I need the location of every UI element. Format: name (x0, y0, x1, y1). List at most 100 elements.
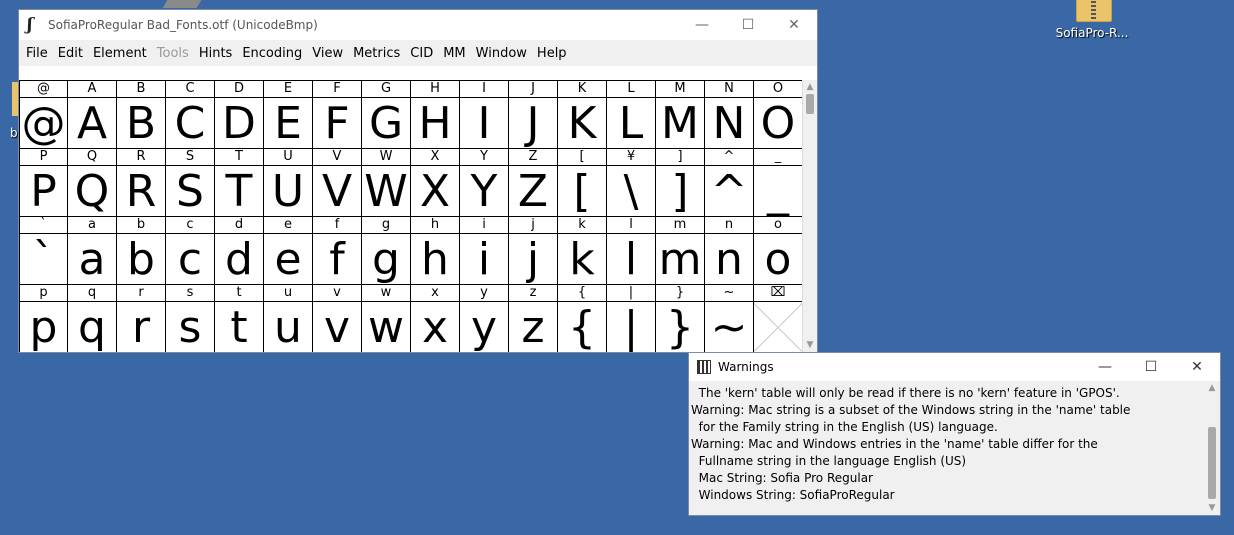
glyph-cell[interactable]: ~ ~ (705, 285, 754, 352)
menu-metrics[interactable]: Metrics (348, 46, 405, 61)
glyph-cell[interactable]: TT (215, 149, 264, 217)
warnings-minimize-button[interactable]: — (1082, 353, 1128, 381)
glyph-cell[interactable]: SS (166, 149, 215, 217)
desktop-icon-zip[interactable]: SofiaPro-R... (1052, 0, 1132, 44)
menu-mm[interactable]: MM (438, 46, 470, 61)
glyph-cell[interactable]: CC (166, 81, 215, 149)
glyph-cell[interactable]: tt (215, 285, 264, 352)
warnings-maximize-button[interactable]: ☐ (1128, 353, 1174, 381)
menu-encoding[interactable]: Encoding (237, 46, 307, 61)
glyph-cell[interactable]: JJ (509, 81, 558, 149)
glyph-cell[interactable]: VV (313, 149, 362, 217)
glyph-cell[interactable]: RR (117, 149, 166, 217)
glyph-cell[interactable]: ee (264, 217, 313, 285)
menu-hints[interactable]: Hints (194, 46, 238, 61)
warnings-scrollbar[interactable]: ▲ ▼ (1204, 381, 1220, 515)
glyph-preview: e (274, 234, 302, 285)
glyph-cell[interactable]: YY (460, 149, 509, 217)
glyph-cell[interactable]: OO (754, 81, 803, 149)
glyph-cell-label: m (656, 217, 704, 234)
glyph-preview: F (324, 98, 350, 149)
glyph-cell[interactable]: oo (754, 217, 803, 285)
glyph-cell-label: z (509, 285, 557, 302)
glyph-cell[interactable]: AA (68, 81, 117, 149)
glyph-cell[interactable]: ZZ (509, 149, 558, 217)
glyph-cell[interactable]: mm (656, 217, 705, 285)
glyph-cell[interactable]: nn (705, 217, 754, 285)
menu-file[interactable]: File (21, 46, 53, 61)
menu-help[interactable]: Help (532, 46, 572, 61)
glyph-cell[interactable]: @ @ (19, 81, 68, 149)
menu-view[interactable]: View (307, 46, 348, 61)
glyph-preview: { (568, 302, 596, 352)
glyph-cell[interactable]: LL (607, 81, 656, 149)
glyph-cell[interactable]: NN (705, 81, 754, 149)
title-bar[interactable]: ʃ SofiaProRegular Bad_Fonts.otf (Unicode… (19, 10, 817, 40)
glyph-cell[interactable]: ]] (656, 149, 705, 217)
warnings-title-bar[interactable]: Warnings — ☐ ✕ (689, 353, 1220, 381)
glyph-cell[interactable]: KK (558, 81, 607, 149)
glyph-cell[interactable]: DD (215, 81, 264, 149)
warnings-close-button[interactable]: ✕ (1174, 353, 1220, 381)
glyph-cell[interactable]: PP (19, 149, 68, 217)
menu-window[interactable]: Window (471, 46, 532, 61)
scroll-up-icon[interactable]: ▲ (805, 82, 815, 92)
menu-edit[interactable]: Edit (53, 46, 88, 61)
glyph-cell[interactable]: QQ (68, 149, 117, 217)
glyph-cell[interactable]: vv (313, 285, 362, 352)
glyph-cell[interactable]: WW (362, 149, 411, 217)
glyph-cell-label: q (68, 285, 116, 302)
glyph-cell[interactable]: jj (509, 217, 558, 285)
glyph-cell[interactable]: ^ ^ (705, 149, 754, 217)
close-button[interactable]: ✕ (771, 10, 817, 40)
glyph-cell[interactable]: II (460, 81, 509, 149)
glyph-cell[interactable]: ii (460, 217, 509, 285)
glyph-cell[interactable]: uu (264, 285, 313, 352)
menu-element[interactable]: Element (88, 46, 152, 61)
glyph-cell[interactable]: zz (509, 285, 558, 352)
glyph-cell[interactable]: ⌧ (754, 285, 803, 352)
menu-cid[interactable]: CID (405, 46, 438, 61)
glyph-cell[interactable]: HH (411, 81, 460, 149)
glyph-cell[interactable]: GG (362, 81, 411, 149)
scroll-up-icon[interactable]: ▲ (1207, 383, 1217, 393)
glyph-cell[interactable]: }} (656, 285, 705, 352)
glyph-cell[interactable]: {{ (558, 285, 607, 352)
glyph-cell[interactable]: xx (411, 285, 460, 352)
glyph-cell[interactable]: dd (215, 217, 264, 285)
scrollbar-thumb[interactable] (1208, 427, 1216, 499)
warnings-text-area[interactable]: The 'kern' table will only be read if th… (689, 381, 1205, 515)
glyph-cell[interactable]: yy (460, 285, 509, 352)
glyph-grid-scrollbar[interactable]: ▲ ▼ (802, 80, 817, 352)
glyph-cell[interactable]: ss (166, 285, 215, 352)
glyph-cell[interactable]: FF (313, 81, 362, 149)
scroll-down-icon[interactable]: ▼ (1207, 503, 1217, 513)
glyph-cell[interactable]: gg (362, 217, 411, 285)
glyph-cell[interactable]: _ _ (754, 149, 803, 217)
glyph-cell[interactable]: bb (117, 217, 166, 285)
glyph-cell[interactable]: BB (117, 81, 166, 149)
glyph-cell[interactable]: | | (607, 285, 656, 352)
glyph-cell[interactable]: ll (607, 217, 656, 285)
glyph-cell[interactable]: ww (362, 285, 411, 352)
glyph-cell[interactable]: XX (411, 149, 460, 217)
glyph-cell[interactable]: hh (411, 217, 460, 285)
desktop-icon-partial[interactable]: b (0, 80, 22, 144)
glyph-cell[interactable]: ff (313, 217, 362, 285)
minimize-button[interactable]: — (679, 10, 725, 40)
glyph-cell[interactable]: rr (117, 285, 166, 352)
maximize-button[interactable]: ☐ (725, 10, 771, 40)
glyph-cell[interactable]: cc (166, 217, 215, 285)
glyph-cell[interactable]: kk (558, 217, 607, 285)
glyph-cell[interactable]: ` ` (19, 217, 68, 285)
glyph-cell[interactable]: UU (264, 149, 313, 217)
glyph-cell[interactable]: aa (68, 217, 117, 285)
glyph-cell[interactable]: qq (68, 285, 117, 352)
scrollbar-thumb[interactable] (806, 94, 814, 114)
glyph-cell[interactable]: EE (264, 81, 313, 149)
glyph-cell[interactable]: [[ (558, 149, 607, 217)
glyph-cell[interactable]: pp (19, 285, 68, 352)
glyph-cell[interactable]: MM (656, 81, 705, 149)
scroll-down-icon[interactable]: ▼ (805, 340, 815, 350)
glyph-cell[interactable]: ¥ \ (607, 149, 656, 217)
